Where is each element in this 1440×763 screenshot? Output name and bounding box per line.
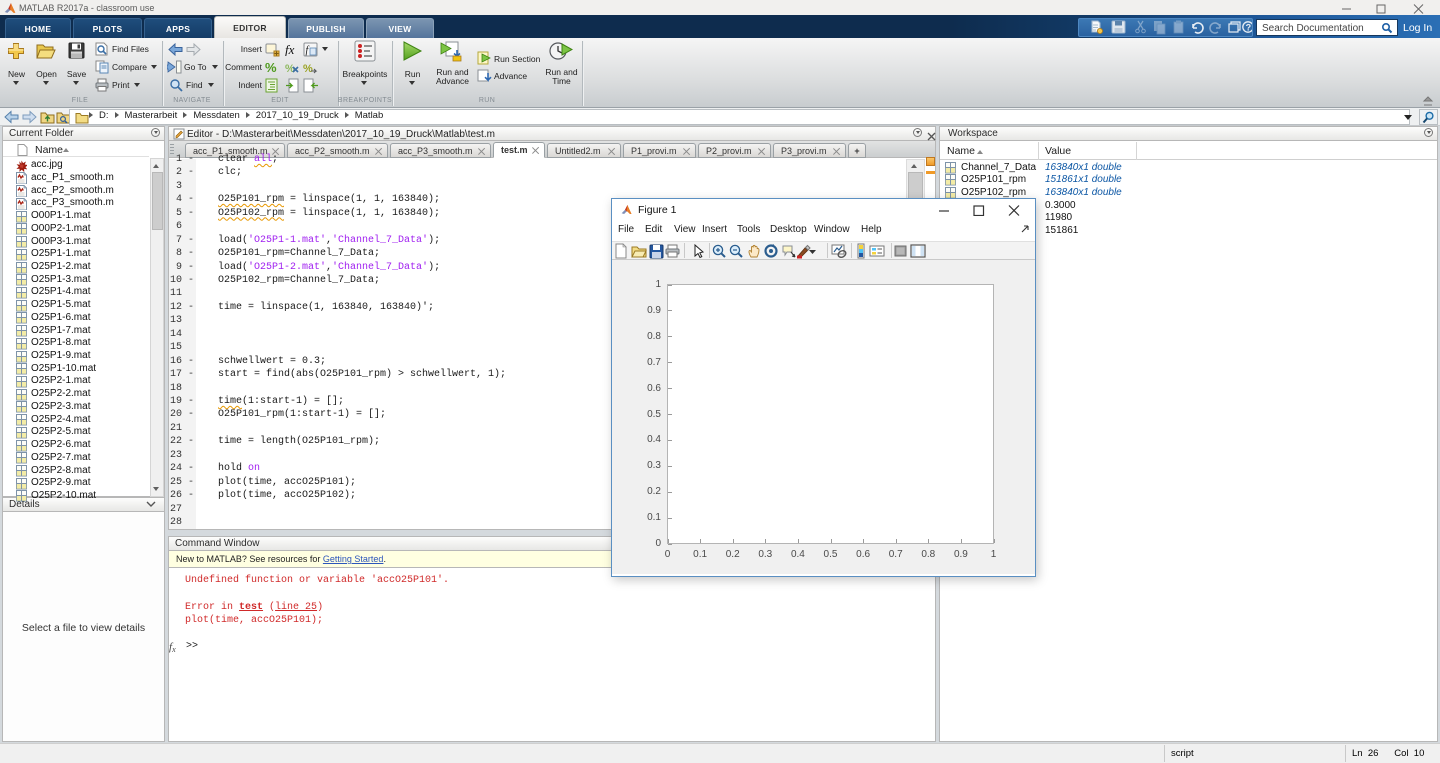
svg-text:%: %: [303, 63, 313, 75]
svg-text:%: %: [265, 60, 277, 75]
svg-text:?: ?: [1246, 22, 1252, 32]
svg-text:%: %: [285, 63, 295, 75]
svg-text:fx: fx: [285, 43, 295, 56]
